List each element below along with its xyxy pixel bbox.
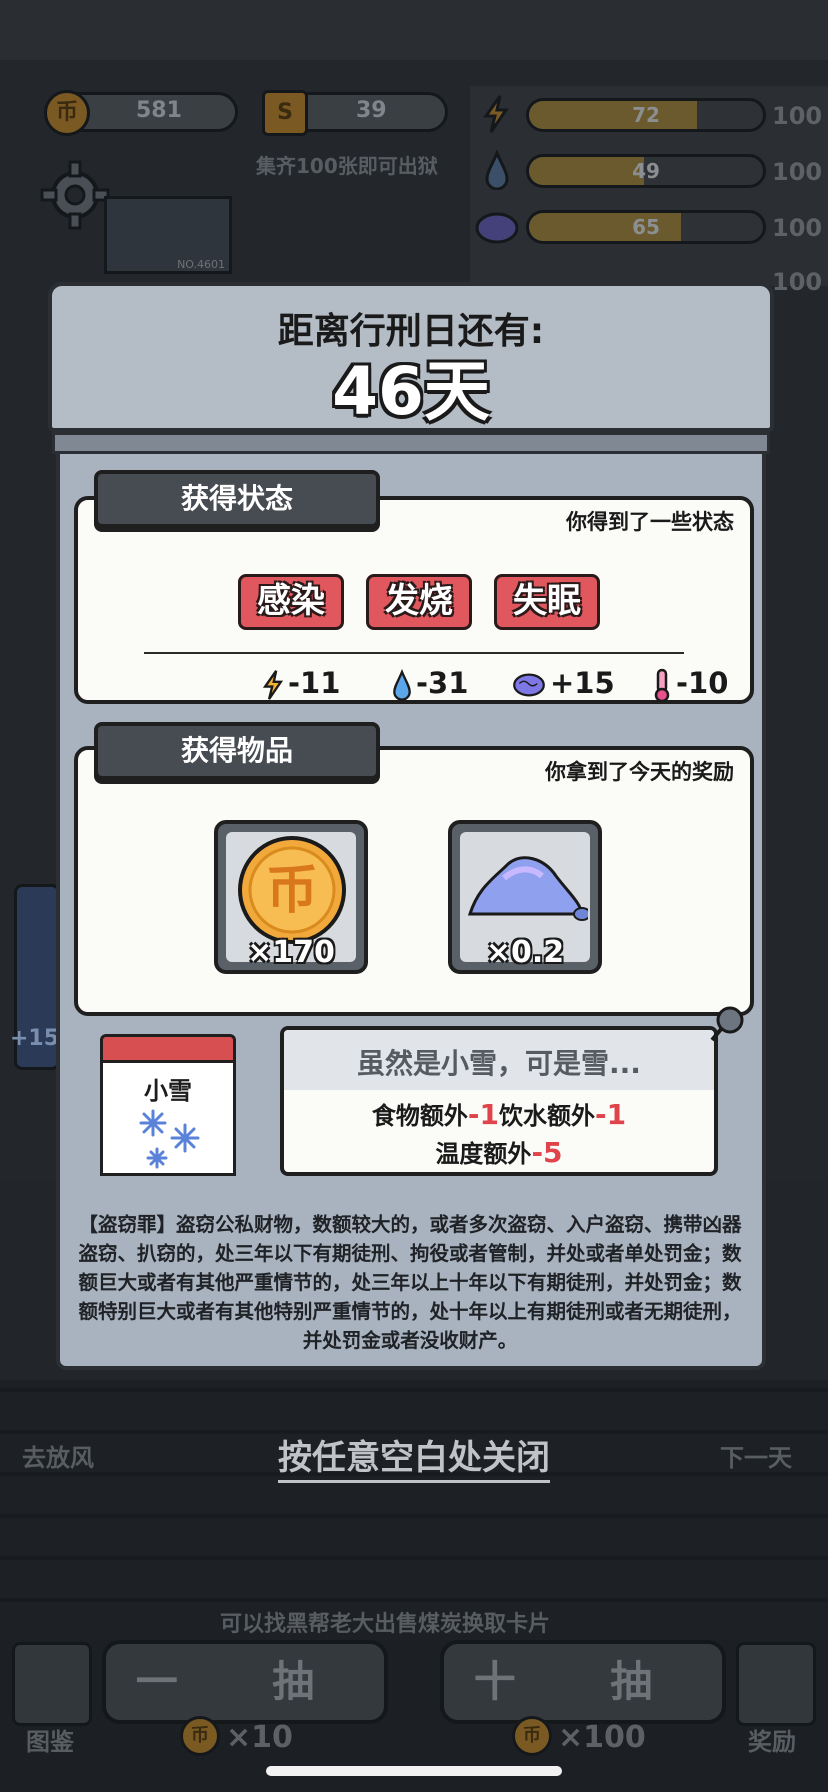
card-icon: S [262, 90, 308, 136]
header-rail [52, 432, 770, 454]
water-bar: 49 [526, 154, 766, 188]
thermometer-icon [654, 668, 670, 703]
snow-reward-item: ×0.2 [448, 820, 602, 974]
temp-max: 100 [772, 268, 823, 296]
items-tab: 获得物品 [94, 722, 380, 780]
status-tag-insomnia: 失眠 [494, 574, 600, 630]
prisoner-number: NO.4601 [177, 258, 225, 271]
effect-sanity: +15 [512, 666, 615, 700]
energy-max: 100 [772, 102, 823, 130]
reward-button[interactable] [736, 1642, 816, 1726]
water-icon [484, 149, 510, 194]
status-divider [144, 652, 684, 654]
items-note: 你拿到了今天的奖励 [545, 760, 734, 784]
day-result-modal: 距离行刑日还有: 46天 你得到了一些状态 感染 发烧 失眠 -11 -31 +… [48, 282, 774, 1397]
sanity-bar: 65 [526, 210, 766, 244]
cards-note: 集齐100张即可出狱 [256, 154, 438, 178]
weather-effect-panel: 虽然是小雪，可是雪... 食物额外-1饮水额外-1 温度额外-5 [280, 1026, 718, 1176]
tip-text: 可以找黑帮老大出售煤炭换取卡片 [220, 1612, 551, 1637]
cost-ten-coin-icon: 币 [512, 1716, 552, 1756]
atlas-label: 图鉴 [26, 1728, 74, 1756]
card-value: 39 [356, 98, 387, 123]
countdown-days: 46天 [332, 353, 490, 430]
weather-name: 小雪 [144, 1077, 192, 1105]
coin-value: 581 [136, 98, 182, 123]
cost-ten: ×100 [558, 1720, 646, 1755]
crime-description: 【盗窃罪】盗窃公私财物，数额较大的，或者多次盗窃、入户盗窃、携带凶器盗窃、扒窃的… [78, 1213, 742, 1352]
weather-line-2: 温度额外-5 [435, 1136, 563, 1169]
home-indicator[interactable] [266, 1766, 562, 1776]
energy-bar: 72 [526, 98, 766, 132]
modal-header: 距离行刑日还有: 46天 [48, 282, 774, 432]
settings-gear-icon[interactable] [40, 160, 110, 230]
sanity-max: 100 [772, 214, 823, 242]
status-note: 你得到了一些状态 [566, 510, 734, 534]
weather-line-1: 食物额外-1饮水额外-1 [371, 1098, 627, 1131]
status-tag-fever: 发烧 [366, 574, 472, 630]
brain-icon [513, 673, 545, 697]
energy-icon [482, 94, 510, 138]
coin-icon: 币 [238, 836, 346, 944]
weather-title: 虽然是小雪，可是雪... [357, 1047, 641, 1080]
water-drop-icon [393, 668, 411, 701]
items-card: 你拿到了今天的奖励 币 ×170 ×0.2 [74, 746, 754, 1016]
status-tab: 获得状态 [94, 470, 380, 528]
status-tag-infection: 感染 [238, 574, 344, 630]
snowflake-icon [139, 1109, 200, 1169]
coin-qty: ×170 [247, 935, 335, 970]
weather-calendar: 小雪 [100, 1034, 236, 1176]
effect-energy: -11 [262, 666, 340, 701]
prisoner-portrait: NO.4601 [104, 196, 232, 274]
draw-ten-button[interactable]: 十 抽 [440, 1640, 726, 1724]
water-max: 100 [772, 158, 823, 186]
snow-pile-icon [467, 856, 588, 921]
snow-qty: ×0.2 [485, 935, 565, 970]
close-hint[interactable]: 按任意空白处关闭 [0, 1430, 828, 1483]
cost-one-coin-icon: 币 [180, 1716, 220, 1756]
energy-icon [262, 670, 284, 700]
svg-text:币: 币 [266, 861, 318, 921]
effect-water: -31 [392, 666, 468, 701]
coin-icon: 币 [44, 90, 90, 136]
atlas-button[interactable] [12, 1642, 92, 1726]
brick-wall [0, 1380, 828, 1640]
reward-label: 奖励 [748, 1728, 796, 1756]
calendar-page: 小雪 [100, 1060, 236, 1176]
draw-one-button[interactable]: 一 抽 [102, 1640, 388, 1724]
pin-icon [708, 1004, 748, 1048]
coin-reward-item: 币 ×170 [214, 820, 368, 974]
cost-one: ×10 [226, 1720, 293, 1755]
effect-temperature: -10 [652, 666, 728, 703]
brain-icon [474, 210, 520, 250]
